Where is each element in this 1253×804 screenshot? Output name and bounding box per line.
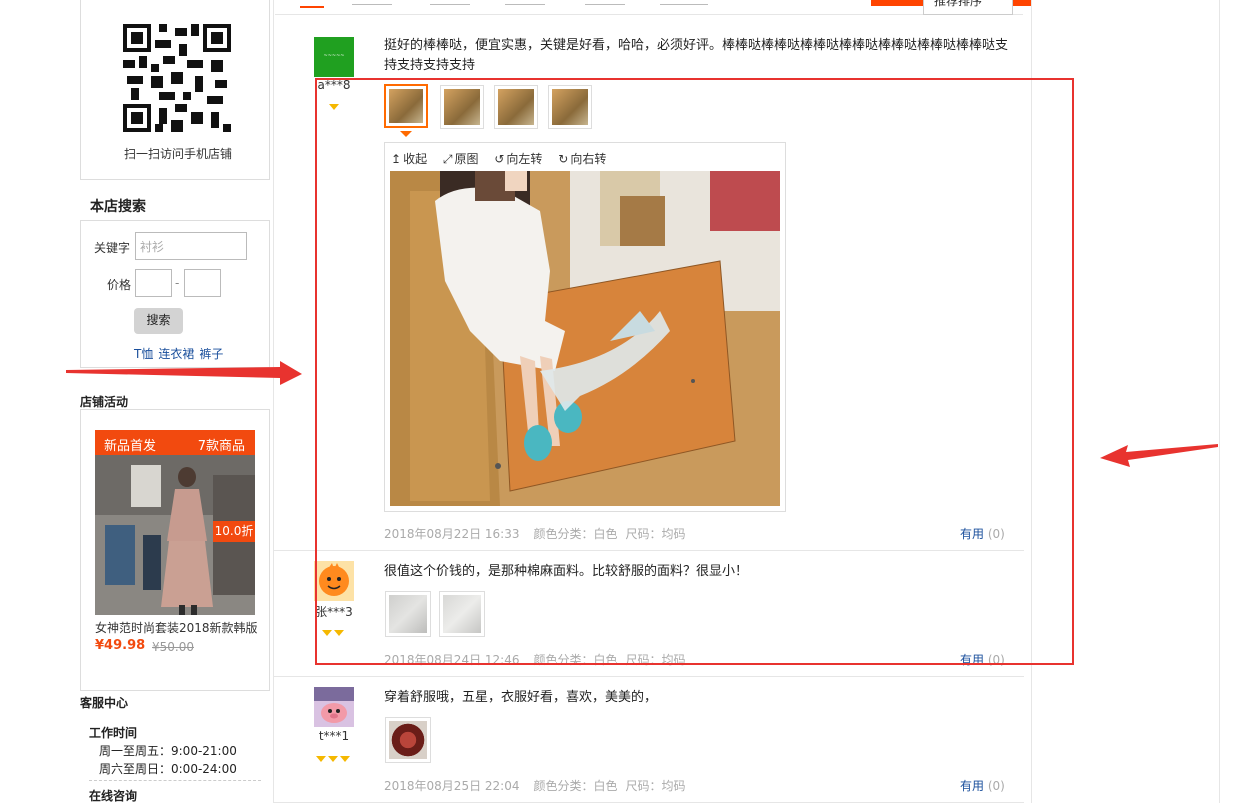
review-3-size: 尺码：均码 — [625, 779, 686, 793]
tab-5[interactable] — [585, 0, 625, 5]
avatar-review-1: ~~~~~ — [314, 37, 354, 77]
review-3-date: 2018年08月25日 22:04 — [384, 779, 520, 793]
qr-code-icon — [123, 24, 231, 132]
search-button[interactable]: 搜索 — [134, 308, 183, 334]
review-3-meta: 2018年08月25日 22:04 颜色分类：白色 尺码：均码 — [384, 777, 700, 794]
promo-old-price: ¥50.00 — [152, 640, 194, 654]
service-title: 客服中心 — [80, 696, 129, 710]
search-link-tshirt[interactable]: T恤 — [134, 347, 153, 361]
tab-2[interactable] — [352, 0, 392, 5]
annotation-highlight-box — [315, 78, 1074, 665]
promo-title: 店铺活动 — [80, 395, 129, 409]
promo-banner-left: 新品首发 — [104, 439, 157, 454]
review-3-useful-label: 有用 — [960, 779, 985, 793]
search-link-pants[interactable]: 裤子 — [199, 347, 223, 361]
weekday-hours: 周一至周五：9:00-21:00 — [99, 744, 237, 758]
tab-6[interactable] — [660, 0, 708, 5]
tab-strip-marks[interactable] — [300, 0, 720, 8]
review-3-thumb-1[interactable] — [385, 717, 431, 763]
promo-banner[interactable]: 新品首发 7款商品 — [95, 430, 255, 455]
tab-4[interactable] — [505, 0, 545, 5]
store-search-title: 本店搜索 — [90, 199, 146, 215]
annotation-arrow-left — [66, 361, 302, 385]
review-3-useful-button[interactable]: 有用 (0) — [960, 777, 1005, 794]
tab-all[interactable] — [300, 0, 324, 8]
qr-caption: 扫一扫访问手机店铺 — [123, 147, 232, 161]
promo-discount-badge: 10.0折 — [213, 521, 255, 542]
sort-dropdown[interactable]: 推荐排序 — [923, 0, 1013, 15]
review-3-color: 颜色分类：白色 — [533, 779, 618, 793]
price-min-input[interactable] — [135, 269, 172, 297]
diamond-icon — [328, 756, 338, 762]
review-text-3: 穿着舒服哦，五星，衣服好看，喜欢，美美的， — [384, 690, 658, 705]
price-separator: - — [175, 276, 180, 290]
user-level-review-3 — [315, 751, 351, 765]
weekend-hours: 周六至周日：0:00-24:00 — [99, 762, 237, 776]
review-text-1: 挺好的棒棒哒，便宜实惠，关键是好看，哈哈，必须好评。棒棒哒棒棒哒棒棒哒棒棒哒棒棒… — [384, 38, 1009, 73]
search-link-dress[interactable]: 连衣裙 — [158, 347, 194, 361]
review-3-useful-count: (0) — [987, 779, 1005, 793]
keyword-label: 关键字 — [94, 241, 131, 255]
price-label: 价格 — [107, 278, 132, 292]
keyword-input[interactable]: 衬衫 — [135, 232, 247, 260]
online-consult-title: 在线咨询 — [89, 789, 138, 803]
avatar-review-3 — [314, 687, 354, 727]
svg-text:~~~~~: ~~~~~ — [324, 53, 345, 59]
diamond-icon — [316, 756, 326, 762]
right-column-border — [1219, 0, 1220, 803]
promo-product-name[interactable]: 女神范时尚套装2018新款韩版 — [95, 619, 267, 636]
annotation-arrow-right — [1100, 444, 1218, 467]
main-left-border — [273, 0, 274, 803]
username-review-3: t***1 — [318, 729, 350, 743]
promo-price: ¥49.98 — [95, 638, 146, 653]
diamond-icon — [340, 756, 350, 762]
price-max-input[interactable] — [184, 269, 221, 297]
sort-dropdown-label: 推荐排序 — [934, 0, 983, 8]
review-2-separator — [274, 676, 1024, 677]
work-hours-title: 工作时间 — [89, 726, 138, 740]
tab-3[interactable] — [430, 0, 470, 5]
service-divider — [89, 780, 261, 781]
promo-banner-right: 7款商品 — [197, 439, 245, 454]
